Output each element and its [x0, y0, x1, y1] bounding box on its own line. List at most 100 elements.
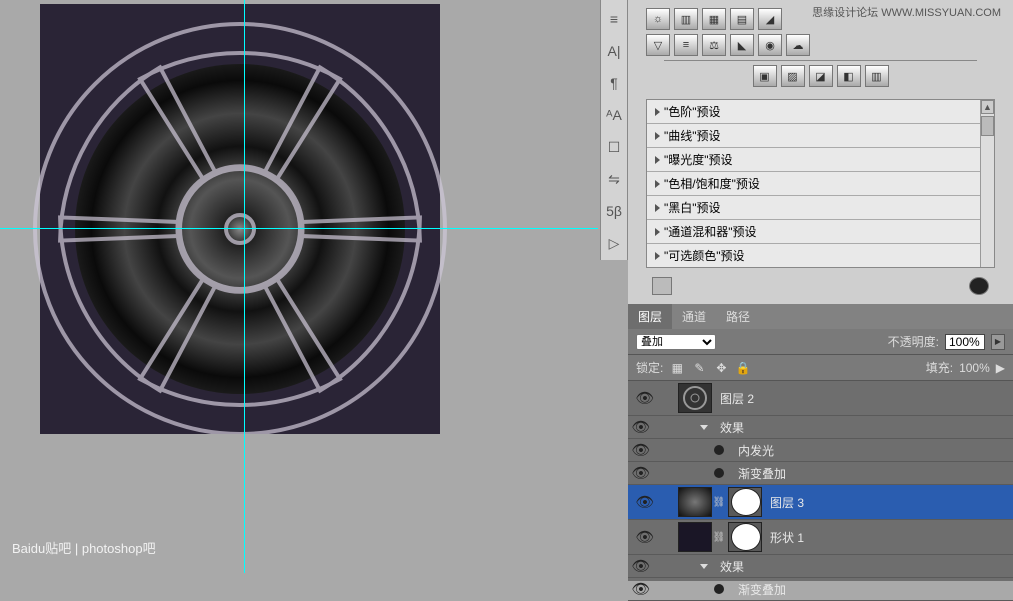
visibility-icon[interactable]: 👁 [632, 493, 658, 511]
tool-para-icon[interactable]: ≡ [601, 6, 627, 32]
preset-bw[interactable]: "黑白"预设 [647, 196, 994, 220]
visibility-icon[interactable]: 👁 [628, 580, 654, 598]
preset-label: "曲线"预设 [664, 127, 721, 144]
lock-trans-icon[interactable]: ▦ [669, 360, 685, 376]
tool-pilcrow-icon[interactable]: ¶ [601, 70, 627, 96]
right-panel: 思缘设计论坛 WWW.MISSYUAN.COM ☼ ▥ ▦ ▤ ◢ ▽ ≡ ⚖ … [628, 0, 1013, 573]
tool-font-icon[interactable]: ᴬA [601, 102, 627, 128]
clip-icon[interactable] [652, 277, 672, 295]
lock-label: 锁定: [636, 359, 663, 376]
preset-label: "通道混和器"预设 [664, 223, 757, 240]
adj-balance-icon[interactable]: ⚖ [702, 34, 726, 56]
visibility-icon[interactable]: 👁 [632, 389, 658, 407]
adj-poster-icon[interactable]: ▨ [781, 65, 805, 87]
panel-mini-toolbar [646, 272, 995, 300]
layer-name[interactable]: 图层 3 [770, 494, 804, 511]
watermark-text: Baidu贴吧 | photoshop吧 [12, 538, 156, 557]
scroll-thumb[interactable] [981, 116, 994, 136]
layer-thumb[interactable] [678, 383, 712, 413]
adj-levels-icon[interactable]: ▥ [674, 8, 698, 30]
fx-label: 效果 [720, 419, 744, 436]
preset-scrollbar[interactable]: ▲ [980, 100, 994, 267]
adj-thresh-icon[interactable]: ◪ [809, 65, 833, 87]
adj-curves-icon[interactable]: ▦ [702, 8, 726, 30]
adj-vibrance-icon[interactable]: ◢ [758, 8, 782, 30]
fx-gradient[interactable]: 👁 渐变叠加 [628, 462, 1013, 485]
triangle-icon [655, 108, 660, 116]
adj-select-icon[interactable]: ▥ [865, 65, 889, 87]
triangle-icon [655, 204, 660, 212]
canvas-area[interactable]: Baidu贴吧 | photoshop吧 [0, 0, 598, 573]
adj-photo-icon[interactable]: ◣ [730, 34, 754, 56]
blend-mode-select[interactable]: 叠加 [636, 334, 716, 350]
visibility-icon[interactable]: 👁 [628, 464, 654, 482]
fill-arrow-icon[interactable]: ▶ [996, 361, 1005, 375]
tab-paths[interactable]: 路径 [716, 304, 760, 329]
fx-inner-glow[interactable]: 👁 内发光 [628, 439, 1013, 462]
preset-exposure[interactable]: "曝光度"预设 [647, 148, 994, 172]
preset-levels[interactable]: "色阶"预设 [647, 100, 994, 124]
blend-row: 叠加 不透明度: 100% ▶ [628, 329, 1013, 355]
document-canvas[interactable] [40, 4, 440, 434]
lock-paint-icon[interactable]: ✎ [691, 360, 707, 376]
visibility-icon[interactable]: 👁 [628, 557, 654, 575]
adj-bw-icon[interactable]: ≡ [674, 34, 698, 56]
preset-hue[interactable]: "色相/饱和度"预设 [647, 172, 994, 196]
layer-name[interactable]: 形状 1 [770, 529, 804, 546]
triangle-icon [655, 228, 660, 236]
fill-value[interactable]: 100% [959, 361, 990, 375]
adj-invert-icon[interactable]: ▣ [753, 65, 777, 87]
layers-panel: 图层 通道 路径 叠加 不透明度: 100% ▶ 锁定: ▦ ✎ ✥ 🔒 填充:… [628, 304, 1013, 581]
adj-mixer-icon[interactable]: ◉ [758, 34, 782, 56]
fx-dot-icon [714, 468, 724, 478]
link-icon[interactable]: ⛓ [712, 532, 726, 543]
preset-selective[interactable]: "可选颜色"预设 [647, 244, 994, 267]
layer-row[interactable]: 👁 ⛓ 形状 1 [628, 520, 1013, 555]
adjustment-presets-list: "色阶"预设 "曲线"预设 "曝光度"预设 "色相/饱和度"预设 "黑白"预设 … [646, 99, 995, 268]
fx-label: 效果 [720, 558, 744, 575]
layer-name[interactable]: 图层 2 [720, 390, 754, 407]
tool-play-icon[interactable]: ▷ [601, 230, 627, 256]
fx-label: 渐变叠加 [738, 581, 786, 598]
film-reel-artwork [25, 4, 455, 434]
scroll-up-icon[interactable]: ▲ [981, 100, 994, 114]
layer-row[interactable]: 👁 图层 2 [628, 381, 1013, 416]
adj-gradmap-icon[interactable]: ◧ [837, 65, 861, 87]
layer-row-selected[interactable]: 👁 ⛓ 图层 3 [628, 485, 1013, 520]
tool-square-icon[interactable]: ☐ [601, 134, 627, 160]
fx-row[interactable]: 👁 效果 [628, 416, 1013, 439]
layer-thumb[interactable] [678, 522, 712, 552]
tool-5b-icon[interactable]: 5β [601, 198, 627, 224]
site-watermark: 思缘设计论坛 WWW.MISSYUAN.COM [812, 4, 1001, 20]
view-icon[interactable] [969, 277, 989, 295]
adj-hue-icon[interactable]: ▽ [646, 34, 670, 56]
guide-horizontal[interactable] [0, 228, 598, 229]
layer-thumb[interactable] [678, 487, 712, 517]
lock-all-icon[interactable]: 🔒 [735, 360, 751, 376]
layer-mask[interactable] [728, 487, 762, 517]
fx-row[interactable]: 👁 效果 [628, 555, 1013, 578]
visibility-icon[interactable]: 👁 [628, 418, 654, 436]
preset-curves[interactable]: "曲线"预设 [647, 124, 994, 148]
adj-exposure-icon[interactable]: ▤ [730, 8, 754, 30]
tab-channels[interactable]: 通道 [672, 304, 716, 329]
triangle-down-icon[interactable] [700, 425, 708, 430]
triangle-down-icon[interactable] [700, 564, 708, 569]
layers-list: 👁 图层 2 👁 效果 👁 内发光 👁 渐变叠加 👁 [628, 381, 1013, 581]
opacity-arrow-icon[interactable]: ▶ [991, 334, 1005, 350]
opacity-value[interactable]: 100% [945, 334, 985, 350]
preset-label: "曝光度"预设 [664, 151, 733, 168]
visibility-icon[interactable]: 👁 [632, 528, 658, 546]
tool-swap-icon[interactable]: ⇋ [601, 166, 627, 192]
visibility-icon[interactable]: 👁 [628, 441, 654, 459]
adj-brightness-icon[interactable]: ☼ [646, 8, 670, 30]
adj-lookup-icon[interactable]: ☁ [786, 34, 810, 56]
tool-char-icon[interactable]: A| [601, 38, 627, 64]
layer-mask[interactable] [728, 522, 762, 552]
lock-move-icon[interactable]: ✥ [713, 360, 729, 376]
guide-vertical[interactable] [244, 0, 245, 573]
fx-gradient[interactable]: 👁 渐变叠加 [628, 578, 1013, 601]
preset-mixer[interactable]: "通道混和器"预设 [647, 220, 994, 244]
tab-layers[interactable]: 图层 [628, 304, 672, 329]
link-icon[interactable]: ⛓ [712, 497, 726, 508]
